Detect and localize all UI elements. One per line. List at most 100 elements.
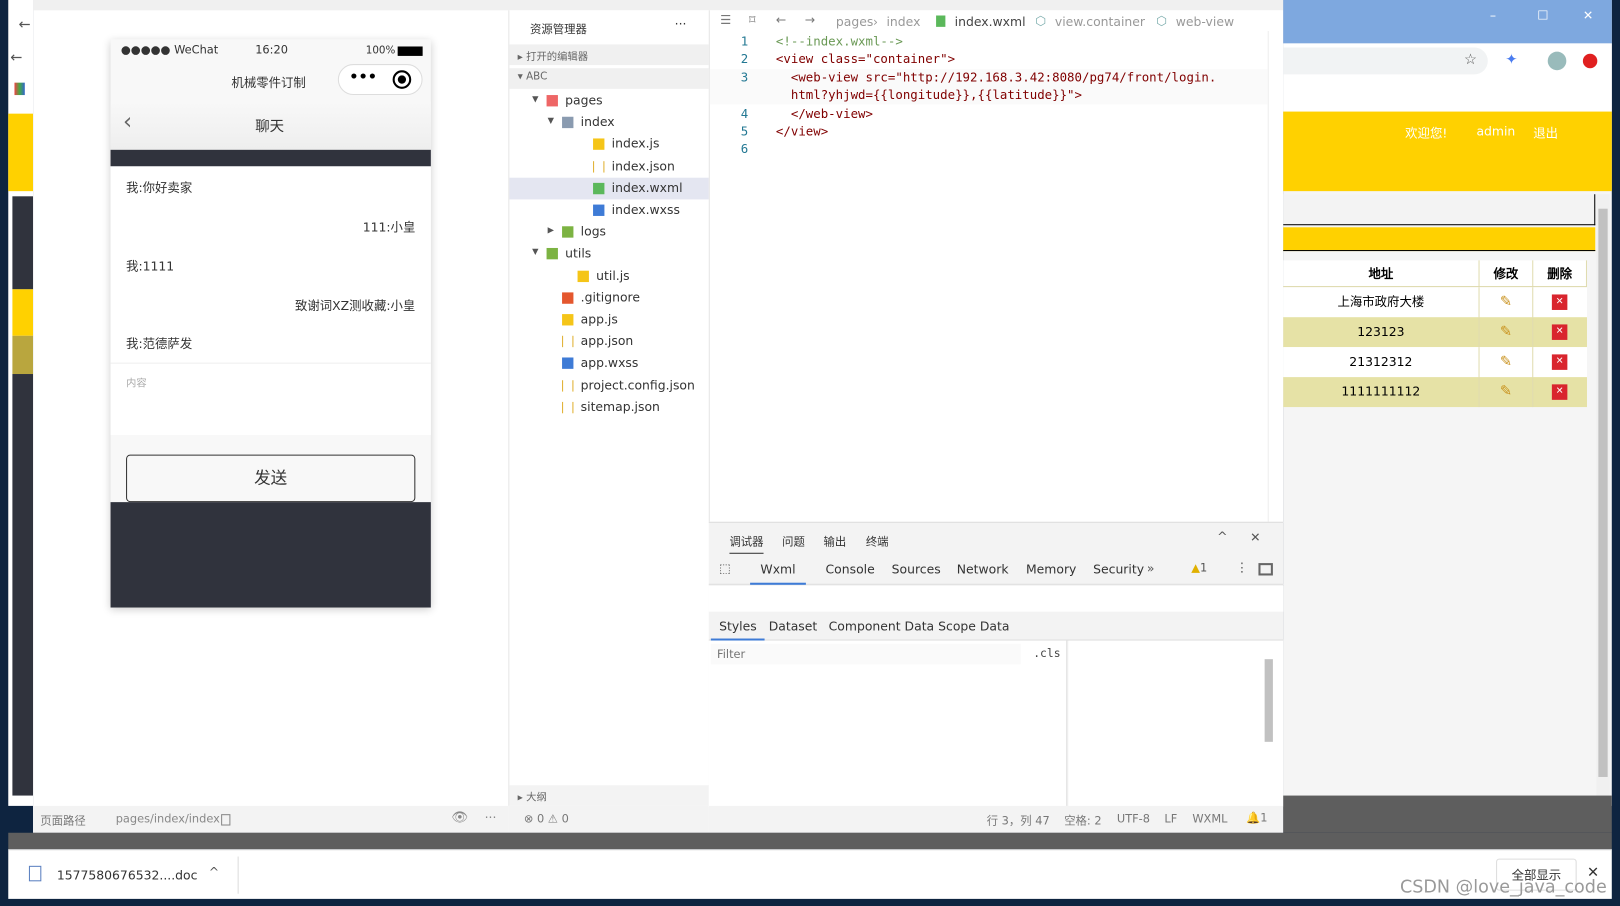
scrollbar[interactable]: [1264, 659, 1273, 742]
breadcrumb-item[interactable]: index.wxml: [955, 14, 1026, 28]
panel-tab[interactable]: 终端: [866, 533, 889, 550]
update-icon[interactable]: [1582, 53, 1598, 69]
file-tree-item[interactable]: index.json: [509, 156, 709, 178]
apps-icon[interactable]: [14, 82, 25, 96]
capsule-menu[interactable]: •••: [337, 64, 423, 96]
delete-button[interactable]: ✕: [1533, 287, 1587, 317]
styles-subtab[interactable]: Styles: [710, 612, 765, 641]
project-section[interactable]: ▾ ABC: [509, 68, 710, 89]
edit-pencil-icon[interactable]: ✎: [1480, 317, 1534, 348]
more-icon[interactable]: ···: [485, 810, 497, 824]
delete-button[interactable]: ✕: [1533, 377, 1587, 407]
encoding[interactable]: UTF-8: [1117, 812, 1150, 825]
file-tree-item[interactable]: app.json: [509, 331, 709, 353]
language-mode[interactable]: WXML: [1192, 812, 1227, 825]
file-tree-item[interactable]: index.wxml: [509, 177, 710, 200]
delete-button[interactable]: ✕: [1533, 347, 1587, 377]
panel-tab[interactable]: 调试器: [729, 533, 764, 554]
panel-tab[interactable]: 输出: [823, 533, 846, 550]
open-editors-section[interactable]: ▸ 打开的编辑器: [509, 44, 710, 66]
styles-subtab[interactable]: Dataset: [760, 612, 825, 641]
forward-icon[interactable]: →: [805, 12, 815, 26]
file-tree-item[interactable]: util.js: [509, 265, 709, 287]
breadcrumb-item[interactable]: web-view: [1176, 14, 1234, 28]
send-button[interactable]: 发送: [126, 454, 416, 503]
back-arrow-icon[interactable]: ←: [19, 17, 31, 34]
styles-subtab[interactable]: Component Data: [820, 612, 942, 641]
file-tree-item[interactable]: sitemap.json: [509, 397, 709, 419]
extension-icon[interactable]: ✦: [1505, 52, 1517, 69]
address-bar[interactable]: [1283, 47, 1488, 75]
devtools-tab[interactable]: Console: [815, 554, 885, 585]
close-icon[interactable]: ✕: [1250, 530, 1260, 544]
file-tree-item[interactable]: app.js: [509, 309, 709, 331]
file-tree-item[interactable]: ▼ index: [509, 112, 709, 134]
outline-section[interactable]: ▸ 大纲: [509, 785, 710, 806]
user-link[interactable]: admin: [1476, 124, 1515, 138]
minimize-button[interactable]: –: [1490, 8, 1496, 22]
breadcrumb-item[interactable]: view.container: [1055, 14, 1145, 28]
file-tree-item[interactable]: ▼ utils: [509, 243, 709, 265]
copy-icon[interactable]: [221, 814, 231, 826]
edit-pencil-icon[interactable]: ✎: [1480, 377, 1534, 408]
back-chevron-icon[interactable]: ‹: [123, 110, 132, 136]
edit-pencil-icon[interactable]: ✎: [1480, 287, 1534, 318]
dock-icon[interactable]: [1258, 563, 1273, 576]
devtools-tab[interactable]: Network: [946, 554, 1018, 585]
back-icon[interactable]: ←: [776, 12, 786, 26]
phone-simulator: ●●●●● WeChat 16:20 100% 机械零件订制 ••• ‹ 聊天 …: [110, 39, 431, 608]
menu-icon[interactable]: ☰: [720, 12, 731, 26]
cls-button[interactable]: .cls: [1033, 647, 1060, 660]
close-button[interactable]: ✕: [1583, 8, 1593, 22]
file-tree-item[interactable]: app.wxss: [509, 353, 709, 375]
bookmark-icon[interactable]: ⌑: [749, 12, 755, 26]
delete-button[interactable]: ✕: [1533, 317, 1587, 347]
file-tree-item[interactable]: project.config.json: [509, 375, 709, 397]
cursor-position[interactable]: 行 3，列 47: [987, 812, 1050, 829]
code-editor[interactable]: ☰ ⌑ ← → pages › index index.wxml ⬡ view.…: [708, 10, 1284, 522]
inspect-icon[interactable]: ⬚: [719, 561, 731, 575]
indentation[interactable]: 空格: 2: [1064, 812, 1101, 829]
close-target-icon[interactable]: [392, 70, 412, 89]
devtools-tab[interactable]: Memory: [1016, 554, 1087, 585]
file-tree-item[interactable]: ▼ pages: [509, 90, 709, 112]
code-line: 5 </view>: [710, 123, 1268, 141]
delete-x-icon: ✕: [1551, 324, 1568, 340]
code-text: <web-view src="http://192.168.3.42:8080/…: [775, 70, 1217, 85]
devtools-tab[interactable]: Security: [1083, 554, 1155, 585]
styles-filter-input[interactable]: [710, 643, 1021, 665]
devtools-tab[interactable]: Wxml: [750, 554, 806, 585]
page-path-dropdown[interactable]: 页面路径: [40, 812, 85, 829]
explorer-more-button[interactable]: ···: [675, 17, 687, 31]
kebab-menu-icon[interactable]: ⋮: [1236, 560, 1248, 574]
logout-link[interactable]: 退出: [1533, 124, 1558, 142]
notifications[interactable]: 🔔1: [1246, 811, 1267, 824]
collapse-icon[interactable]: ^: [1217, 529, 1227, 543]
more-tabs-button[interactable]: »: [1147, 561, 1155, 575]
maximize-button[interactable]: ☐: [1537, 8, 1548, 22]
more-dots-icon[interactable]: •••: [349, 69, 377, 86]
file-tree-item[interactable]: index.wxss: [509, 199, 709, 221]
profile-avatar[interactable]: [1547, 51, 1567, 71]
problems-count[interactable]: ⊗ 0 ⚠ 0: [524, 812, 569, 825]
download-item[interactable]: 1577580676532....doc: [57, 868, 198, 882]
code-line: 4 </web-view>: [710, 105, 1268, 123]
file-tree-item[interactable]: ▶ logs: [509, 221, 709, 243]
back-icon[interactable]: ←: [10, 50, 22, 67]
chevron-up-icon[interactable]: ^: [209, 865, 219, 879]
breadcrumb-item[interactable]: index: [886, 14, 920, 28]
star-icon[interactable]: ☆: [1464, 52, 1477, 69]
eye-icon[interactable]: 👁: [452, 810, 469, 825]
warning-count[interactable]: ▲1: [1191, 561, 1207, 574]
file-tree-item[interactable]: .gitignore: [509, 287, 709, 309]
edit-pencil-icon[interactable]: ✎: [1480, 347, 1534, 378]
page-scrollbar[interactable]: [1596, 194, 1610, 796]
message-input[interactable]: 内容: [110, 362, 431, 435]
devtools-tab[interactable]: Sources: [881, 554, 951, 585]
file-tree-item[interactable]: index.js: [509, 134, 709, 156]
line-ending[interactable]: LF: [1164, 812, 1177, 825]
caret-down-icon: ▼: [547, 115, 554, 126]
breadcrumb-item[interactable]: pages: [836, 14, 873, 28]
styles-subtab[interactable]: Scope Data: [930, 612, 1018, 641]
panel-tab[interactable]: 问题: [782, 533, 805, 550]
